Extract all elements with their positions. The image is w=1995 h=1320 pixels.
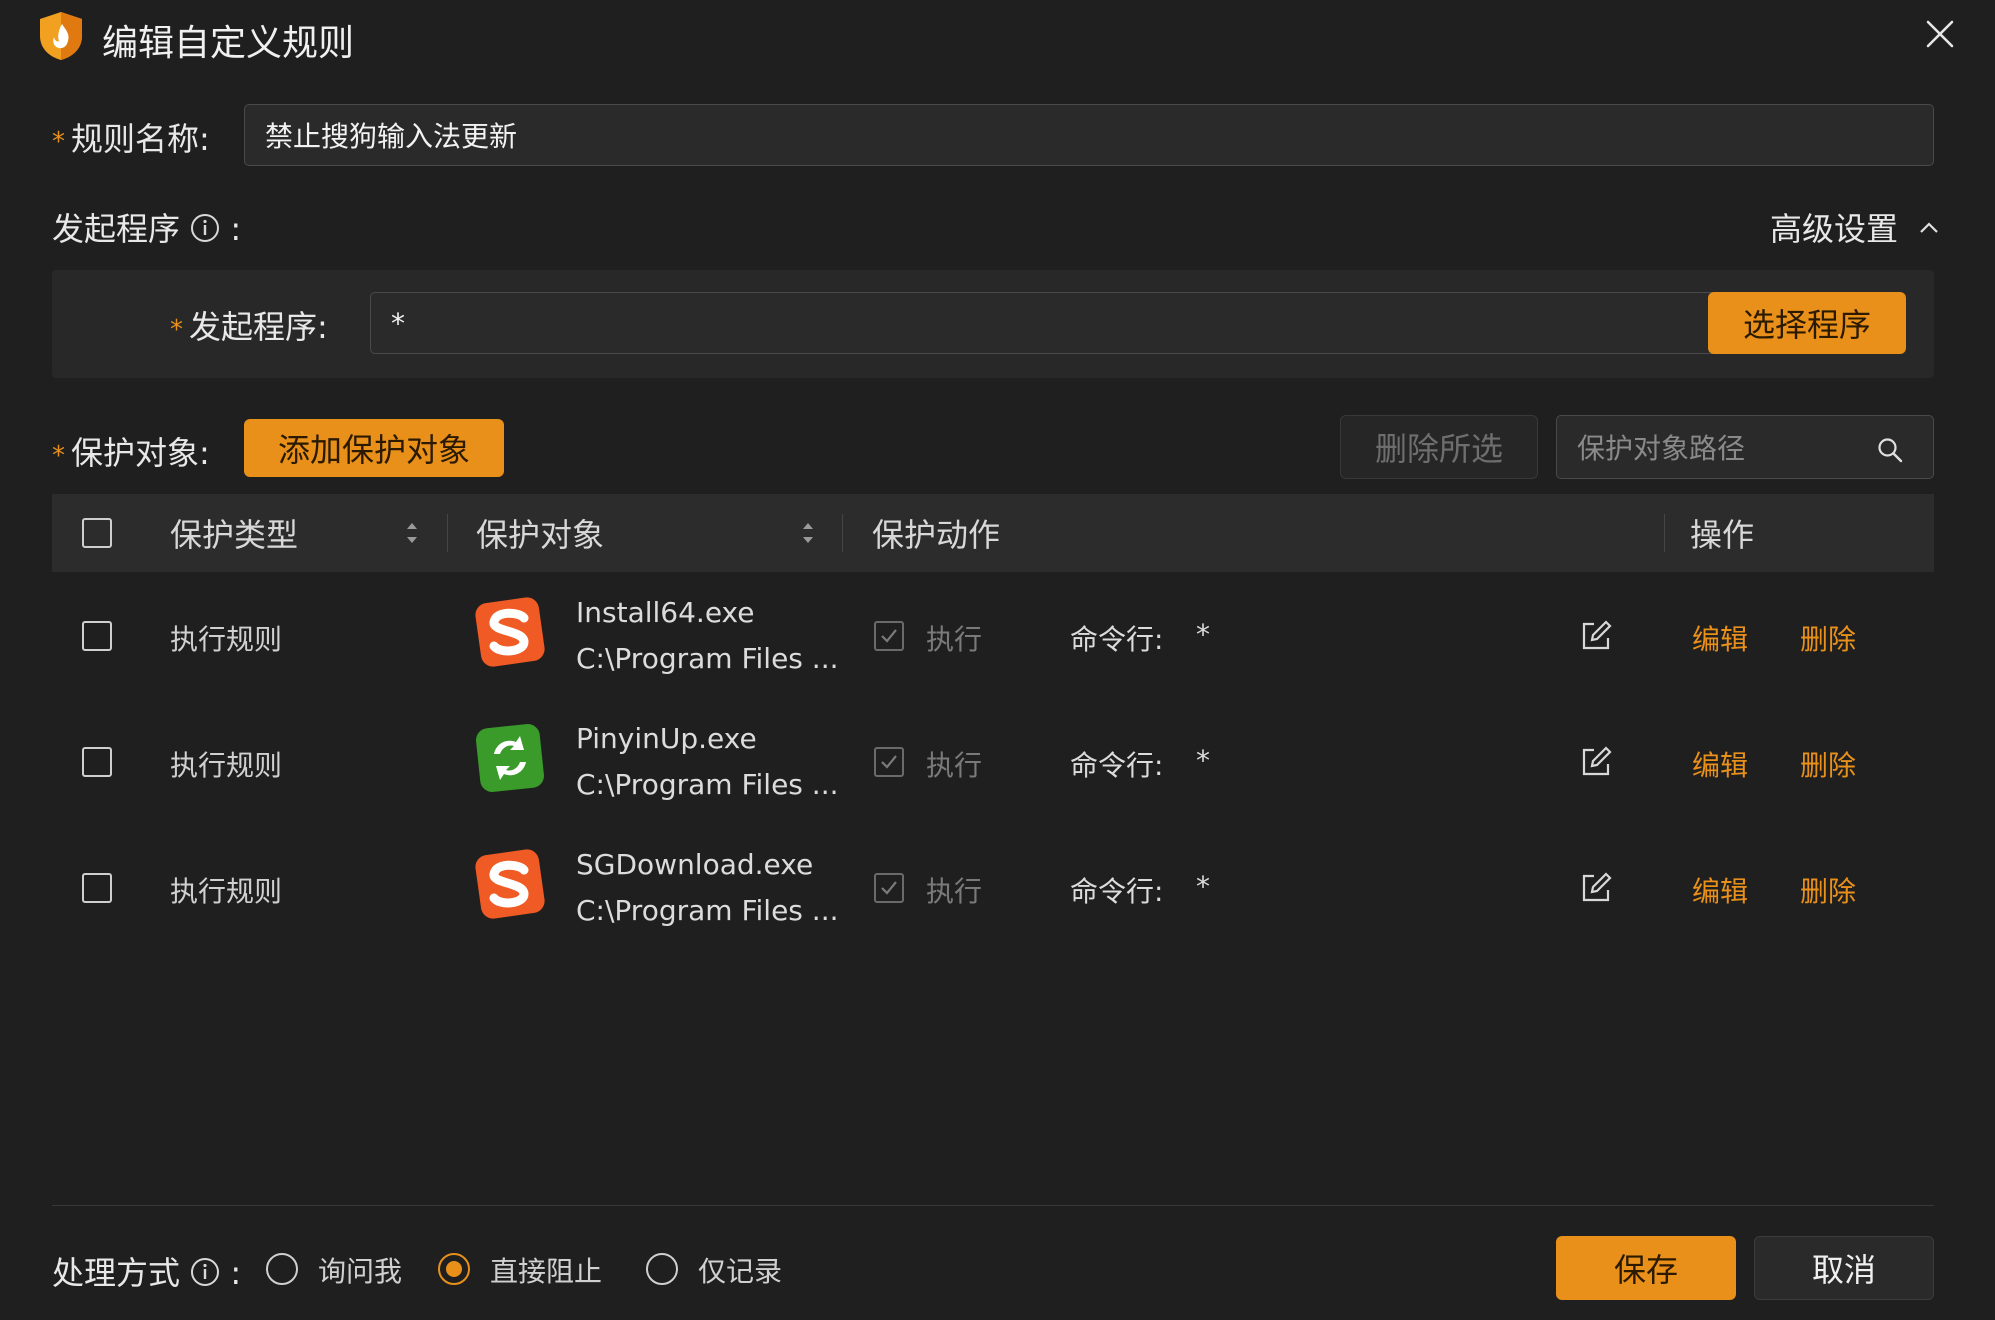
pinyinup-refresh-icon — [476, 724, 544, 792]
column-header-type[interactable]: 保护类型 — [170, 494, 298, 572]
check-icon — [881, 881, 897, 895]
sogou-s-icon — [475, 597, 545, 667]
close-icon[interactable] — [1922, 16, 1958, 52]
initiator-colon: : — [230, 210, 242, 248]
execute-label: 执行 — [926, 749, 983, 782]
column-separator — [842, 514, 843, 552]
rule-type-cell: 执行规则 — [170, 749, 283, 782]
radio-ask-me-label[interactable]: 询问我 — [318, 1250, 402, 1290]
select-program-button[interactable]: 选择程序 — [1708, 292, 1906, 354]
file-path: C:\Program Files ... — [576, 768, 839, 801]
search-placeholder: 保护对象路径 — [1577, 432, 1746, 465]
radio-ask-me[interactable] — [266, 1253, 298, 1285]
shield-flame-logo-icon — [40, 12, 82, 60]
delete-link[interactable]: 删除 — [1800, 744, 1856, 784]
column-separator — [1664, 514, 1665, 552]
rule-name-value: 禁止搜狗输入法更新 — [265, 120, 518, 153]
table-row: 执行规则 Install64.exe C:\Program Files ... … — [52, 572, 1934, 698]
handling-mode-text: 处理方式 — [52, 1254, 181, 1292]
info-icon[interactable] — [190, 213, 220, 243]
edit-icon[interactable] — [1580, 746, 1612, 778]
file-path: C:\Program Files ... — [576, 894, 839, 927]
file-name: PinyinUp.exe — [576, 722, 757, 755]
command-line-label: 命令行: — [1070, 623, 1164, 656]
edit-icon[interactable] — [1580, 872, 1612, 904]
initiator-program-value: * — [391, 306, 405, 340]
required-mark: * — [52, 127, 65, 157]
row-checkbox[interactable] — [82, 873, 112, 903]
sort-icon[interactable] — [404, 518, 420, 548]
handling-mode-label: 处理方式 : — [52, 1248, 241, 1294]
command-line-value: * — [1196, 870, 1210, 903]
search-icon[interactable] — [1876, 436, 1904, 464]
row-checkbox[interactable] — [82, 747, 112, 777]
title-bar: 编辑自定义规则 — [0, 0, 1995, 72]
column-separator — [447, 514, 448, 552]
rule-type-cell: 执行规则 — [170, 623, 283, 656]
initiator-field-label-text: 发起程序: — [189, 308, 328, 346]
required-mark: * — [52, 441, 65, 471]
delete-selected-button[interactable]: 删除所选 — [1340, 415, 1538, 479]
dialog-title: 编辑自定义规则 — [102, 23, 355, 64]
initiator-section-label: 发起程序 : — [52, 204, 241, 250]
execute-label: 执行 — [926, 875, 983, 908]
advanced-settings-panel: * 发起程序: * 选择程序 — [52, 270, 1934, 378]
initiator-field-label: * 发起程序: — [170, 302, 328, 348]
file-name: Install64.exe — [576, 596, 755, 629]
command-line-value: * — [1196, 744, 1210, 777]
column-header-action: 保护动作 — [872, 516, 1001, 554]
protect-object-label-text: 保护对象: — [71, 434, 210, 472]
edit-custom-rule-dialog: 编辑自定义规则 * 规则名称: 禁止搜狗输入法更新 发起程序 : 高级设置 * 发起… — [0, 0, 1995, 1320]
select-all-checkbox[interactable] — [82, 518, 112, 548]
execute-checkbox — [874, 873, 904, 903]
cancel-button[interactable]: 取消 — [1754, 1236, 1934, 1300]
delete-link[interactable]: 删除 — [1800, 870, 1856, 910]
column-header-object[interactable]: 保护对象 — [476, 494, 604, 572]
execute-checkbox — [874, 747, 904, 777]
add-protect-object-button[interactable]: 添加保护对象 — [244, 419, 504, 477]
execute-checkbox — [874, 621, 904, 651]
command-line-label: 命令行: — [1070, 749, 1164, 782]
file-name: SGDownload.exe — [576, 848, 814, 881]
command-line-value: * — [1196, 618, 1210, 651]
radio-block-directly[interactable] — [438, 1253, 470, 1285]
command-line-label: 命令行: — [1070, 875, 1164, 908]
footer-divider — [52, 1205, 1934, 1206]
table-header: 保护类型 保护对象 保护动作 操作 — [52, 494, 1934, 572]
info-icon[interactable] — [190, 1257, 220, 1287]
delete-link[interactable]: 删除 — [1800, 618, 1856, 658]
handling-colon: : — [230, 1254, 242, 1292]
radio-log-only-label[interactable]: 仅记录 — [698, 1250, 782, 1290]
file-path: C:\Program Files ... — [576, 642, 839, 675]
sogou-s-icon — [475, 849, 545, 919]
initiator-program-input[interactable]: * — [370, 292, 1742, 354]
edit-icon[interactable] — [1580, 620, 1612, 652]
table-row: 执行规则 PinyinUp.exe C:\Program Files ... 执… — [52, 698, 1934, 824]
sort-icon[interactable] — [800, 518, 816, 548]
edit-link[interactable]: 编辑 — [1692, 618, 1748, 658]
required-mark: * — [170, 315, 183, 345]
table-row: 执行规则 SGDownload.exe C:\Program Files ...… — [52, 824, 1934, 950]
protect-object-label: * 保护对象: — [52, 428, 210, 474]
rule-type-cell: 执行规则 — [170, 875, 283, 908]
rule-name-label-text: 规则名称: — [71, 120, 210, 158]
advanced-settings-label: 高级设置 — [1770, 210, 1899, 248]
column-header-ops: 操作 — [1690, 516, 1755, 554]
radio-log-only[interactable] — [646, 1253, 678, 1285]
edit-link[interactable]: 编辑 — [1692, 744, 1748, 784]
advanced-settings-toggle[interactable]: 高级设置 — [1770, 204, 1940, 250]
chevron-up-icon — [1920, 222, 1938, 233]
row-checkbox[interactable] — [82, 621, 112, 651]
initiator-section-text: 发起程序 — [52, 210, 181, 248]
rule-name-label: * 规则名称: — [52, 114, 210, 160]
execute-label: 执行 — [926, 623, 983, 656]
check-icon — [881, 755, 897, 769]
rule-name-input[interactable]: 禁止搜狗输入法更新 — [244, 104, 1934, 166]
check-icon — [881, 629, 897, 643]
radio-block-directly-label[interactable]: 直接阻止 — [490, 1250, 602, 1290]
save-button[interactable]: 保存 — [1556, 1236, 1736, 1300]
edit-link[interactable]: 编辑 — [1692, 870, 1748, 910]
